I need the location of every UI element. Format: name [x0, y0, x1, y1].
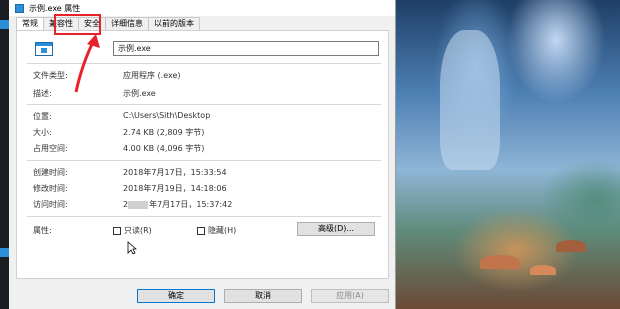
created-value: 2018年7月17日，15:33:54 [123, 168, 227, 177]
disk-size-label: 占用空间: [33, 144, 68, 153]
readonly-checkbox[interactable]: 只读(R) [113, 225, 152, 236]
attributes-label: 属性: [33, 226, 52, 235]
disk-size-value: 4.00 KB (4,096 字节) [123, 144, 205, 153]
accessed-value: 2 年7月17日，15:37:42 [123, 199, 232, 210]
exe-file-icon [35, 42, 53, 56]
created-label: 创建时间: [33, 168, 68, 177]
file-type-value: 应用程序 (.exe) [123, 71, 181, 80]
cancel-button[interactable]: 取消 [224, 289, 302, 303]
divider [27, 216, 381, 217]
wallpaper-mushroom [480, 255, 520, 269]
location-label: 位置: [33, 112, 52, 121]
desktop-app-icon[interactable] [0, 248, 9, 257]
tab-general[interactable]: 常规 [16, 17, 44, 31]
blurred-region [128, 200, 149, 209]
hidden-checkbox[interactable]: 隐藏(H) [197, 225, 236, 236]
description-label: 描述: [33, 89, 52, 98]
modified-value: 2018年7月19日，14:18:06 [123, 184, 227, 193]
window-title: 示例.exe 属性 [29, 3, 81, 13]
app-icon [15, 3, 24, 13]
divider [27, 160, 381, 161]
highlight-box [54, 14, 101, 35]
apply-button[interactable]: 应用(A) [311, 289, 389, 303]
size-value: 2.74 KB (2,809 字节) [123, 128, 205, 137]
advanced-button[interactable]: 高级(D)... [297, 222, 375, 236]
size-label: 大小: [33, 128, 52, 137]
accessed-value-rest: 年7月17日，15:37:42 [149, 200, 233, 209]
location-value: C:\Users\Sith\Desktop [123, 111, 211, 120]
ok-button[interactable]: 确定 [137, 289, 215, 303]
tab-previous-versions[interactable]: 以前的版本 [148, 17, 200, 30]
divider [27, 104, 381, 105]
file-type-label: 文件类型: [33, 71, 68, 80]
hidden-label: 隐藏(H) [208, 226, 237, 235]
desktop-app-icon[interactable] [0, 20, 9, 29]
description-value: 示例.exe [123, 89, 156, 98]
left-desktop-strip [0, 0, 9, 309]
modified-label: 修改时间: [33, 184, 68, 193]
properties-dialog: 示例.exe 属性 常规 兼容性 安全 详细信息 以前的版本 示例.exe 文件… [9, 0, 396, 309]
readonly-label: 只读(R) [124, 226, 152, 235]
file-name-field[interactable]: 示例.exe [113, 41, 379, 56]
tab-bar: 常规 兼容性 安全 详细信息 以前的版本 [16, 17, 200, 31]
tab-details[interactable]: 详细信息 [105, 17, 149, 30]
wallpaper-mushroom [556, 240, 586, 252]
mouse-cursor-icon [127, 241, 137, 255]
red-arrow-annotation [74, 34, 100, 93]
checkbox-box[interactable] [113, 226, 121, 235]
wallpaper-mushroom [530, 265, 556, 275]
checkbox-box[interactable] [197, 226, 205, 235]
wallpaper-rock [440, 30, 500, 170]
accessed-label: 访问时间: [33, 200, 68, 209]
